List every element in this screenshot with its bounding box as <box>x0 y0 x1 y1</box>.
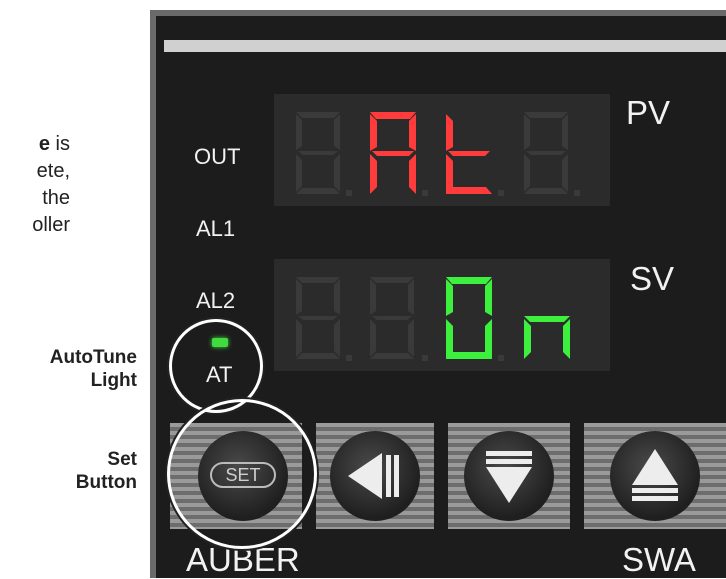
pv-dim-digit-1 <box>296 112 352 196</box>
sv-dim-digit-2 <box>370 277 428 361</box>
down-button-face[interactable] <box>464 431 554 521</box>
sv-label: SV <box>630 260 675 297</box>
autotune-light-callout: AutoTune Light <box>49 347 137 391</box>
instruction-line-3: the <box>42 187 70 209</box>
al2-indicator-label: AL2 <box>196 288 236 313</box>
shift-left-icon <box>348 453 399 499</box>
sv-display <box>274 259 610 371</box>
up-arrow-icon <box>632 449 678 501</box>
al1-indicator-label: AL1 <box>196 216 236 241</box>
pv-label: PV <box>626 94 671 131</box>
set-button-highlight-outline <box>165 397 319 551</box>
pv-lit-digit-A <box>370 112 416 194</box>
pv-dim-digit-4 <box>524 112 580 196</box>
pv-digits <box>296 112 580 196</box>
down-arrow-icon <box>486 451 532 503</box>
out-indicator-label: OUT <box>194 144 241 169</box>
shift-left-button-face[interactable] <box>330 431 420 521</box>
set-button-callout: Set Button <box>75 449 137 493</box>
sv-lit-digit-n <box>524 316 570 359</box>
instruction-line-2: ete, <box>36 160 70 182</box>
instruction-line-1: e is <box>38 133 70 155</box>
pv-lit-digit-t <box>446 114 492 194</box>
pv-display <box>274 94 610 206</box>
up-button[interactable] <box>584 423 726 529</box>
instruction-line-4: oller <box>32 214 70 236</box>
sv-dim-digit-1 <box>296 277 352 361</box>
down-button[interactable] <box>448 423 570 529</box>
sv-lit-digit-O <box>446 277 492 359</box>
up-button-face[interactable] <box>610 431 700 521</box>
sv-digits <box>296 277 570 361</box>
shift-left-button[interactable] <box>316 423 434 529</box>
model-label: SWA <box>622 541 696 578</box>
panel-top-bar <box>164 40 726 52</box>
instruction-text: e is ete, the oller <box>0 131 70 239</box>
